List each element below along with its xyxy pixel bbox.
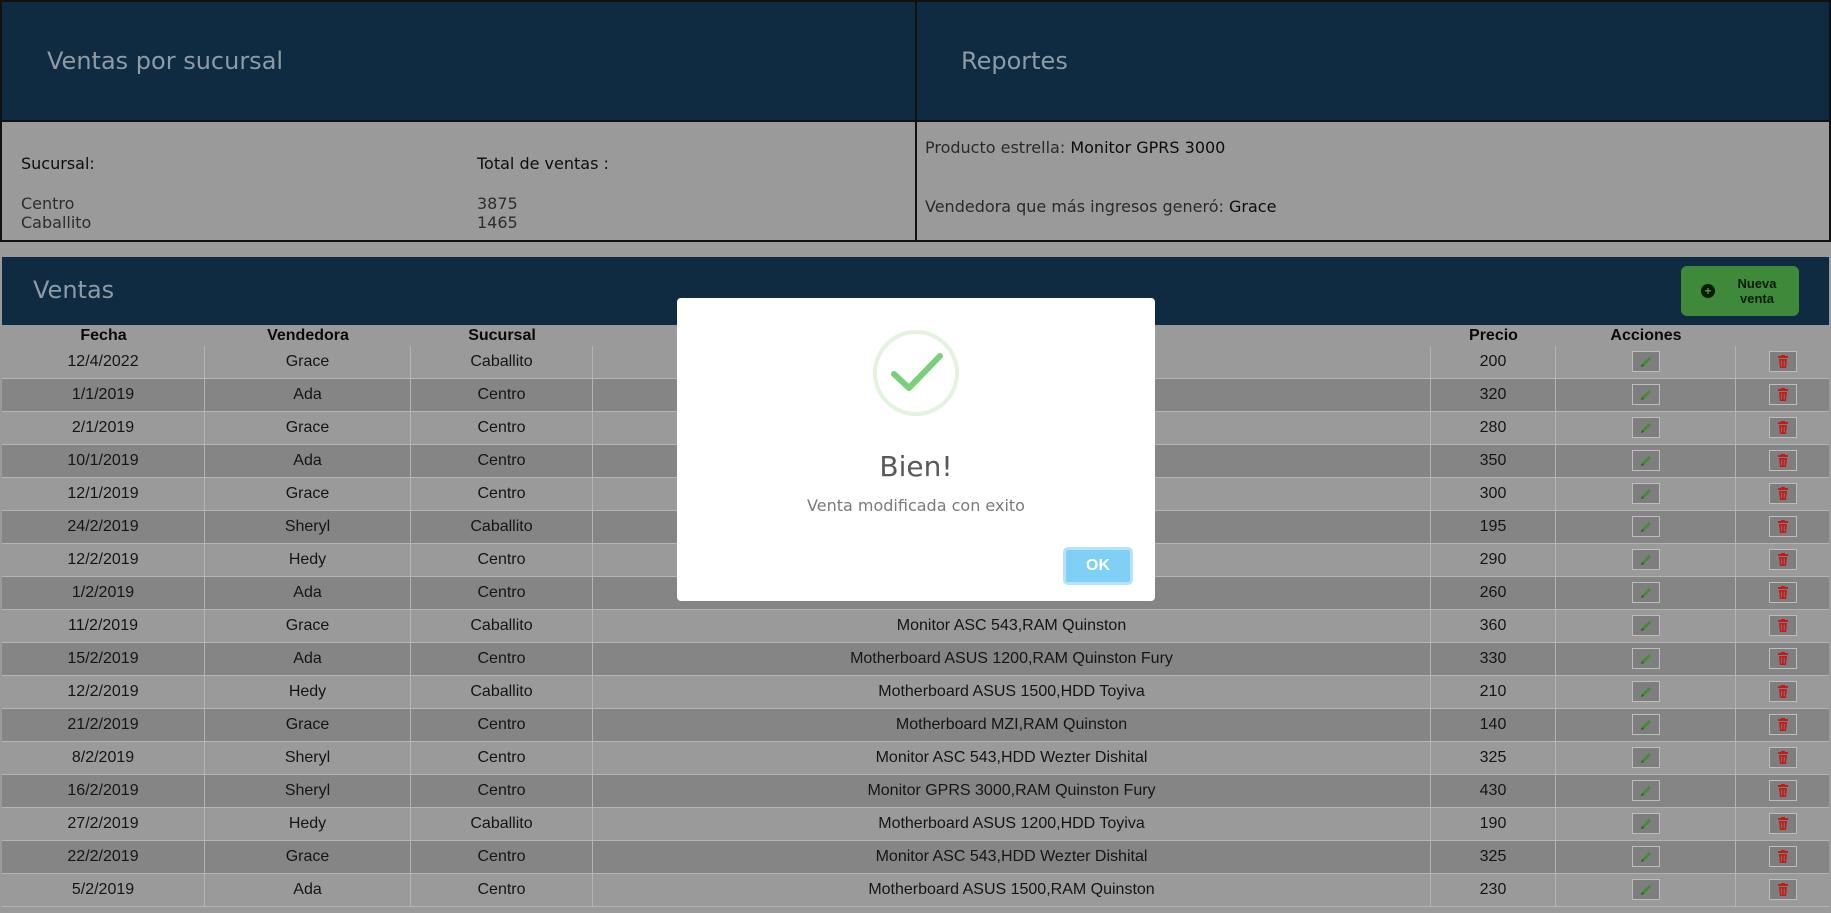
dialog-message: Venta modificada con exito xyxy=(807,496,1025,515)
success-check-icon xyxy=(873,330,959,416)
success-dialog: Bien! Venta modificada con exito OK xyxy=(677,298,1155,601)
ok-button[interactable]: OK xyxy=(1063,547,1133,585)
app-page: Ventas por sucursal Sucursal: Total de v… xyxy=(0,0,1831,913)
dialog-title: Bien! xyxy=(879,450,953,483)
